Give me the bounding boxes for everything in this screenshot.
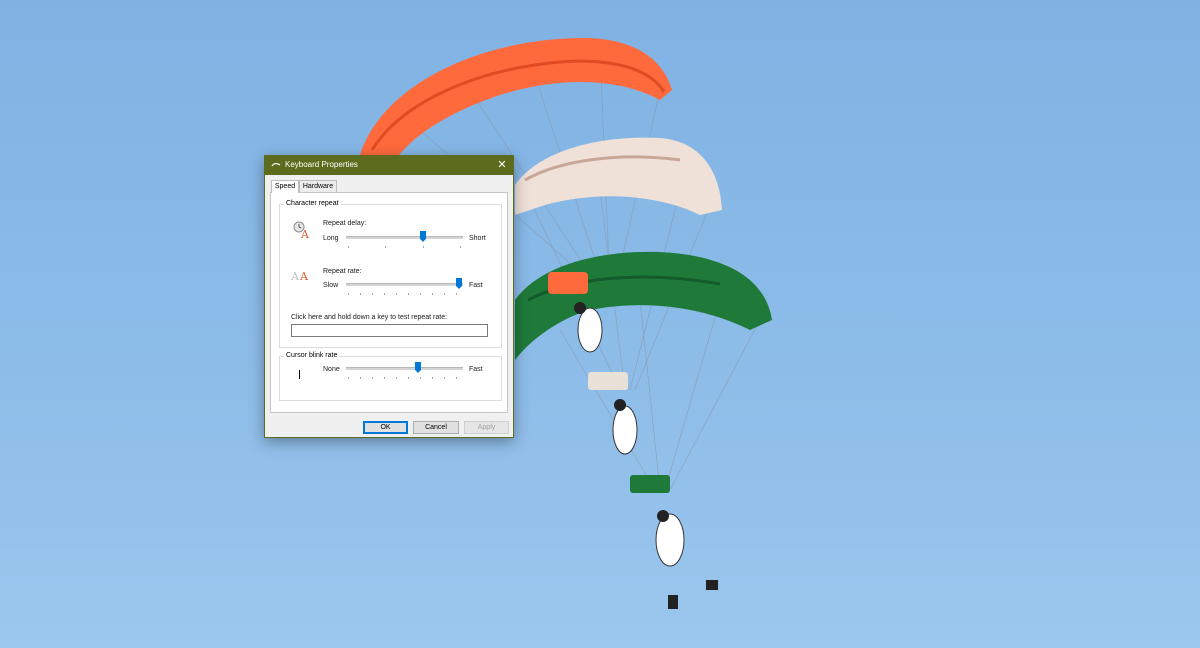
repeat-rate-min-label: Slow <box>323 282 339 289</box>
title-bar[interactable]: Keyboard Properties ✕ <box>265 156 513 175</box>
cursor-blink-track <box>346 367 463 370</box>
cursor-blink-max-label: Fast <box>469 366 483 373</box>
ok-button[interactable]: OK <box>363 421 408 434</box>
keyboard-icon <box>271 163 281 167</box>
cursor-blink-ticks <box>346 377 463 380</box>
close-button[interactable]: ✕ <box>495 158 509 172</box>
repeat-delay-slider[interactable] <box>346 231 463 248</box>
cursor-blink-label: Cursor blink rate <box>284 351 340 361</box>
svg-text:A: A <box>300 228 310 240</box>
svg-text:A: A <box>299 270 309 282</box>
repeat-delay-thumb[interactable] <box>420 231 426 242</box>
repeat-delay-icon: A <box>293 221 310 240</box>
cursor-icon <box>299 370 300 379</box>
test-repeat-input[interactable] <box>291 324 488 337</box>
tab-hardware[interactable]: Hardware <box>299 180 337 192</box>
speed-tab-panel: Character repeat A Repeat delay: Long Sh… <box>270 192 508 413</box>
window-title: Keyboard Properties <box>285 160 358 169</box>
svg-text:A: A <box>291 270 300 282</box>
repeat-delay-label: Repeat delay: <box>323 220 367 227</box>
repeat-delay-ticks <box>346 246 463 249</box>
character-repeat-label: Character repeat <box>284 199 341 209</box>
repeat-rate-icon: A A <box>291 270 309 282</box>
cursor-blink-slider[interactable] <box>346 362 463 379</box>
repeat-delay-min-label: Long <box>323 235 339 242</box>
keyboard-properties-dialog: Keyboard Properties ✕ Speed Hardware Cha… <box>264 155 514 438</box>
repeat-rate-thumb[interactable] <box>456 278 462 289</box>
desktop: Keyboard Properties ✕ Speed Hardware Cha… <box>0 0 1200 648</box>
cancel-button[interactable]: Cancel <box>413 421 459 434</box>
test-repeat-label: Click here and hold down a key to test r… <box>291 314 448 321</box>
repeat-rate-max-label: Fast <box>469 282 483 289</box>
repeat-delay-max-label: Short <box>469 235 486 242</box>
cursor-blink-thumb[interactable] <box>415 362 421 373</box>
apply-button[interactable]: Apply <box>464 421 509 434</box>
cursor-blink-min-label: None <box>323 366 340 373</box>
tab-speed[interactable]: Speed <box>271 180 299 193</box>
repeat-rate-slider[interactable] <box>346 278 463 295</box>
repeat-delay-track <box>346 236 463 239</box>
repeat-rate-label: Repeat rate: <box>323 268 362 275</box>
wallpaper-parachutes <box>360 37 772 609</box>
repeat-rate-track <box>346 283 463 286</box>
character-repeat-group: Character repeat A Repeat delay: Long Sh… <box>279 199 502 348</box>
repeat-rate-ticks <box>346 293 463 296</box>
cursor-blink-group: Cursor blink rate None Fast <box>279 351 502 401</box>
